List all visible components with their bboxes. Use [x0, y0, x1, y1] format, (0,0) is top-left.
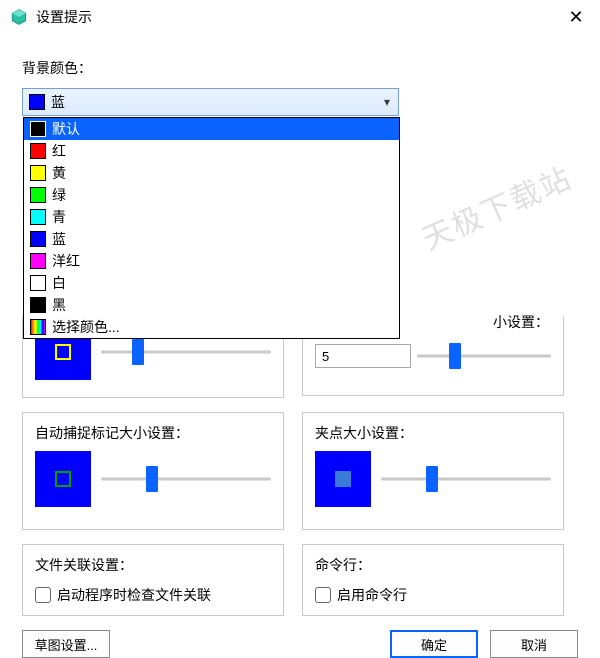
cmdline-checkbox[interactable]: 启用命令行 [315, 585, 551, 605]
color-option[interactable]: 白 [24, 272, 399, 294]
color-option-label: 红 [52, 141, 66, 161]
color-option-label: 黑 [52, 295, 66, 315]
color-swatch [30, 253, 46, 269]
background-color-combo[interactable]: 蓝 ▾ 默认红黄绿青蓝洋红白黑选择颜色... [22, 88, 399, 116]
color-option[interactable]: 黄 [24, 162, 399, 184]
color-swatch [30, 319, 46, 335]
selected-color-swatch [29, 94, 45, 110]
file-assoc-checkbox[interactable]: 启动程序时检查文件关联 [35, 585, 271, 605]
cmdline-checkbox-label: 启用命令行 [337, 585, 407, 605]
grip-label: 夹点大小设置： [315, 423, 551, 443]
ok-button[interactable]: 确定 [390, 630, 478, 658]
color-option-label: 青 [52, 207, 66, 227]
color-swatch [30, 297, 46, 313]
window-title: 设置提示 [36, 7, 562, 27]
color-swatch [30, 187, 46, 203]
checkbox-icon [315, 587, 331, 603]
color-option[interactable]: 红 [24, 140, 399, 162]
checkbox-icon [35, 587, 51, 603]
right-upper-slider[interactable] [417, 344, 551, 368]
grip-slider[interactable] [381, 467, 551, 491]
cmdline-panel: 命令行： 启用命令行 [302, 544, 564, 616]
background-color-label: 背景颜色： [22, 58, 578, 78]
color-option[interactable]: 默认 [24, 118, 399, 140]
background-color-dropdown[interactable]: 默认红黄绿青蓝洋红白黑选择颜色... [23, 117, 400, 339]
close-icon[interactable]: ✕ [562, 7, 590, 28]
titlebar: 设置提示 ✕ [0, 0, 600, 34]
auto-capture-slider[interactable] [101, 467, 271, 491]
auto-capture-label: 自动捕捉标记大小设置： [35, 423, 271, 443]
color-option[interactable]: 洋红 [24, 250, 399, 272]
auto-capture-panel: 自动捕捉标记大小设置： [22, 412, 284, 530]
color-swatch [30, 121, 46, 137]
color-option[interactable]: 绿 [24, 184, 399, 206]
preview-outline [55, 471, 71, 487]
file-assoc-label: 文件关联设置： [35, 555, 271, 575]
right-upper-value-input[interactable] [315, 344, 411, 368]
color-option-label: 选择颜色... [52, 317, 120, 337]
color-option[interactable]: 蓝 [24, 228, 399, 250]
app-icon [10, 8, 28, 26]
file-assoc-panel: 文件关联设置： 启动程序时检查文件关联 [22, 544, 284, 616]
color-option-label: 蓝 [52, 229, 66, 249]
right-upper-label-fragment: 小设置： [493, 312, 549, 332]
auto-capture-preview [35, 451, 91, 507]
left-upper-slider[interactable] [101, 340, 271, 364]
chevron-down-icon: ▾ [376, 95, 398, 109]
grip-preview [315, 451, 371, 507]
preview-fill [335, 471, 351, 487]
color-option[interactable]: 青 [24, 206, 399, 228]
color-option-label: 洋红 [52, 251, 80, 271]
cancel-button[interactable]: 取消 [490, 630, 578, 658]
color-swatch [30, 209, 46, 225]
color-swatch [30, 231, 46, 247]
color-option[interactable]: 黑 [24, 294, 399, 316]
selected-color-name: 蓝 [51, 92, 376, 112]
background-color-section: 背景颜色： 蓝 ▾ 默认红黄绿青蓝洋红白黑选择颜色... [22, 58, 578, 116]
file-assoc-checkbox-label: 启动程序时检查文件关联 [57, 585, 211, 605]
watermark: 天极下载站 [414, 153, 578, 258]
color-option-label: 默认 [52, 119, 80, 139]
color-option-label: 绿 [52, 185, 66, 205]
color-option[interactable]: 选择颜色... [24, 316, 399, 338]
color-option-label: 白 [52, 273, 66, 293]
color-option-label: 黄 [52, 163, 66, 183]
grip-panel: 夹点大小设置： [302, 412, 564, 530]
color-swatch [30, 275, 46, 291]
preview-outline [55, 344, 71, 360]
cmdline-label: 命令行： [315, 555, 551, 575]
sketch-settings-button[interactable]: 草图设置... [22, 630, 110, 658]
color-swatch [30, 143, 46, 159]
color-swatch [30, 165, 46, 181]
